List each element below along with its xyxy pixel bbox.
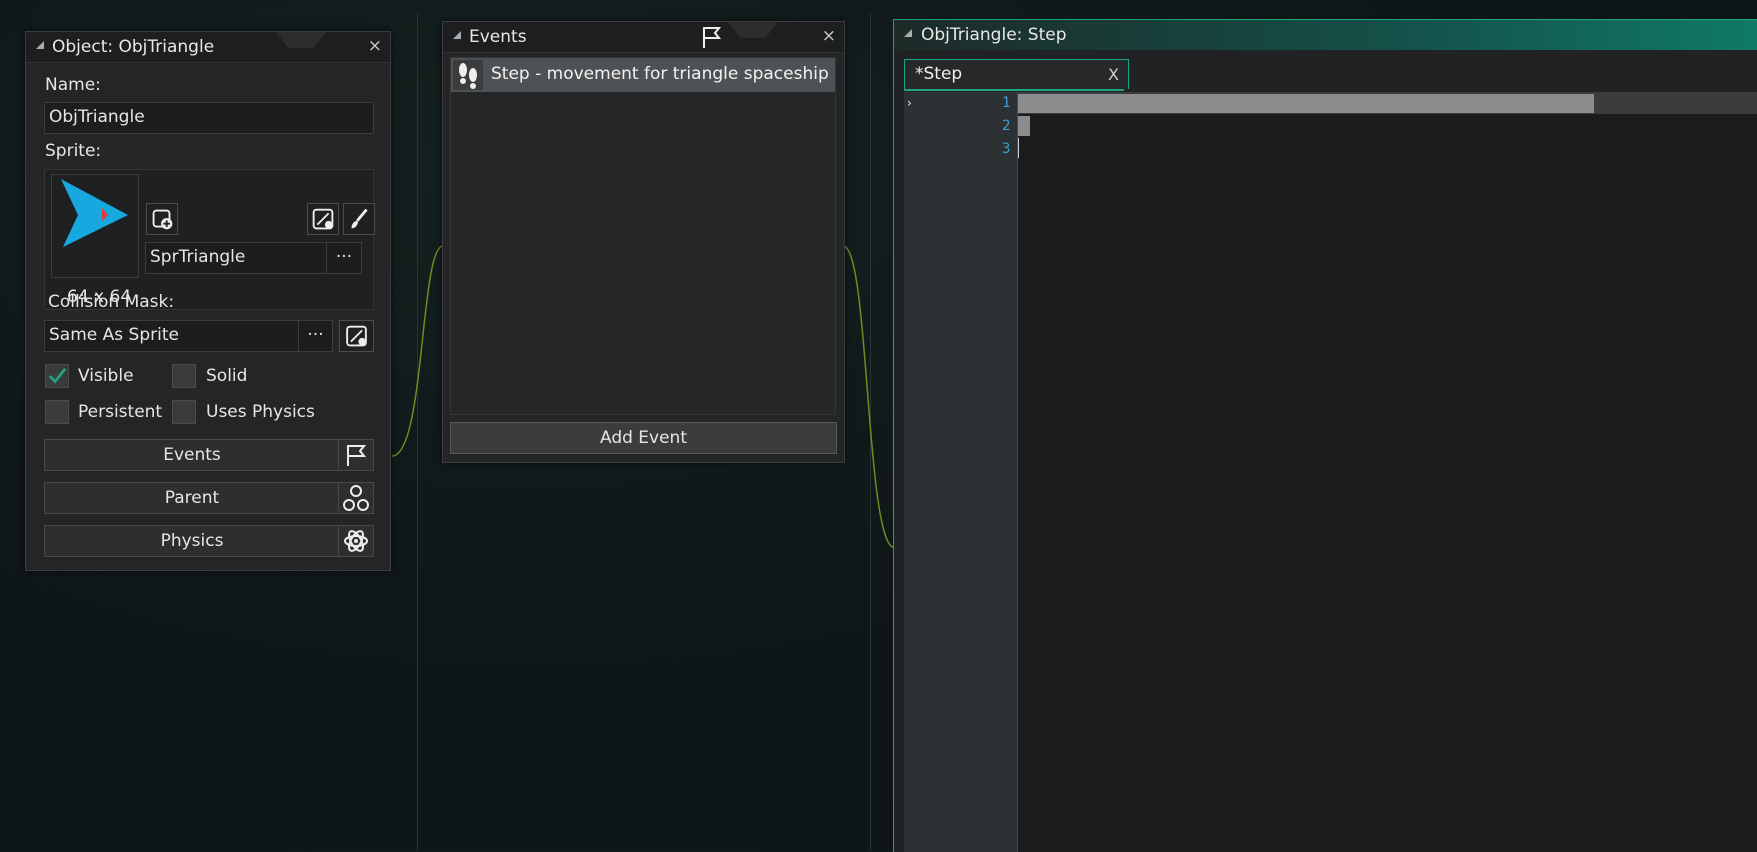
workspace-divider [417,14,418,851]
name-field[interactable]: ObjTriangle [44,102,374,134]
line-number: 3 [1002,141,1011,157]
selected-code-line[interactable] [1018,116,1030,136]
paint-sprite-button[interactable] [343,203,375,235]
fold-marker-icon[interactable]: › [907,96,912,110]
code-area[interactable]: › 1 2 3 [904,92,1757,852]
add-sprite-icon [152,209,173,230]
events-panel: Events × Step - movement for triangle sp… [442,21,845,463]
code-editor-panel: ObjTriangle: Step *Step X › 1 2 3 [893,19,1757,852]
checkmark-icon [48,367,67,384]
event-item-label: Step - movement for triangle spaceship [491,64,829,84]
object-panel-titlebar[interactable]: Object: ObjTriangle × [26,32,390,63]
event-list: Step - movement for triangle spaceship [450,57,836,415]
uses-physics-checkbox[interactable] [172,400,196,424]
code-panel-title: ObjTriangle: Step [921,25,1067,45]
flag-icon [703,27,722,48]
visible-checkbox[interactable] [45,364,69,388]
code-panel-titlebar[interactable]: ObjTriangle: Step [894,20,1757,50]
collapse-icon[interactable] [453,31,461,39]
collapse-icon[interactable] [904,29,912,37]
parent-button-label: Parent [164,488,220,508]
footsteps-icon [453,60,483,90]
sprite-section: SprTriangle ··· 64 x 64 [44,169,375,310]
collision-mask-label: Collision Mask: [48,292,175,312]
close-icon[interactable]: × [368,36,382,56]
line-number: 2 [1002,118,1011,134]
paintbrush-icon [351,208,368,229]
sprite-browse-button[interactable]: ··· [326,242,362,274]
line-gutter: › 1 2 3 [904,92,1018,852]
events-button-label: Events [163,445,221,465]
tab-underline [904,89,1124,91]
solid-checkbox[interactable] [172,364,196,388]
line-number: 1 [1002,95,1011,111]
hierarchy-icon [338,482,373,514]
edit-image-icon [312,208,334,230]
solid-label: Solid [206,366,248,386]
new-sprite-button[interactable] [146,203,178,235]
flag-icon [338,439,373,471]
name-label: Name: [45,75,101,95]
close-icon[interactable]: × [822,26,836,46]
events-panel-titlebar[interactable]: Events × [443,22,844,53]
sprite-preview[interactable] [51,174,139,278]
physics-button-label: Physics [160,531,224,551]
parent-button[interactable]: Parent [44,482,374,514]
collision-mask-field[interactable]: Same As Sprite [44,320,299,352]
edit-image-icon [346,325,367,347]
collapse-icon[interactable] [36,41,44,49]
workspace-divider [870,14,871,851]
text-cursor [1018,138,1019,158]
titlebar-notch [276,32,326,48]
tab-close-icon[interactable]: X [1108,65,1119,84]
object-panel: Object: ObjTriangle × Name: ObjTriangle … [25,31,391,571]
object-panel-title: Object: ObjTriangle [52,37,215,57]
add-event-button[interactable]: Add Event [450,422,837,454]
uses-physics-label: Uses Physics [206,402,315,422]
collision-mask-browse-button[interactable]: ··· [298,320,333,352]
visible-label: Visible [78,366,134,386]
edit-mask-button[interactable] [339,320,374,352]
tab-step[interactable]: *Step X [904,59,1129,89]
persistent-checkbox[interactable] [45,400,69,424]
physics-button[interactable]: Physics [44,525,374,557]
triangle-sprite-icon [61,179,128,247]
events-panel-title: Events [469,27,527,47]
titlebar-notch [728,22,778,38]
persistent-label: Persistent [78,402,163,422]
sprite-name-field[interactable]: SprTriangle [145,242,327,274]
events-button[interactable]: Events [44,439,374,471]
sprite-label: Sprite: [45,141,102,161]
tab-step-label: *Step [915,64,963,84]
atom-icon [338,525,373,557]
edit-sprite-button[interactable] [307,203,339,235]
event-list-item[interactable]: Step - movement for triangle spaceship [451,58,835,92]
selected-code-line[interactable] [1018,94,1594,113]
